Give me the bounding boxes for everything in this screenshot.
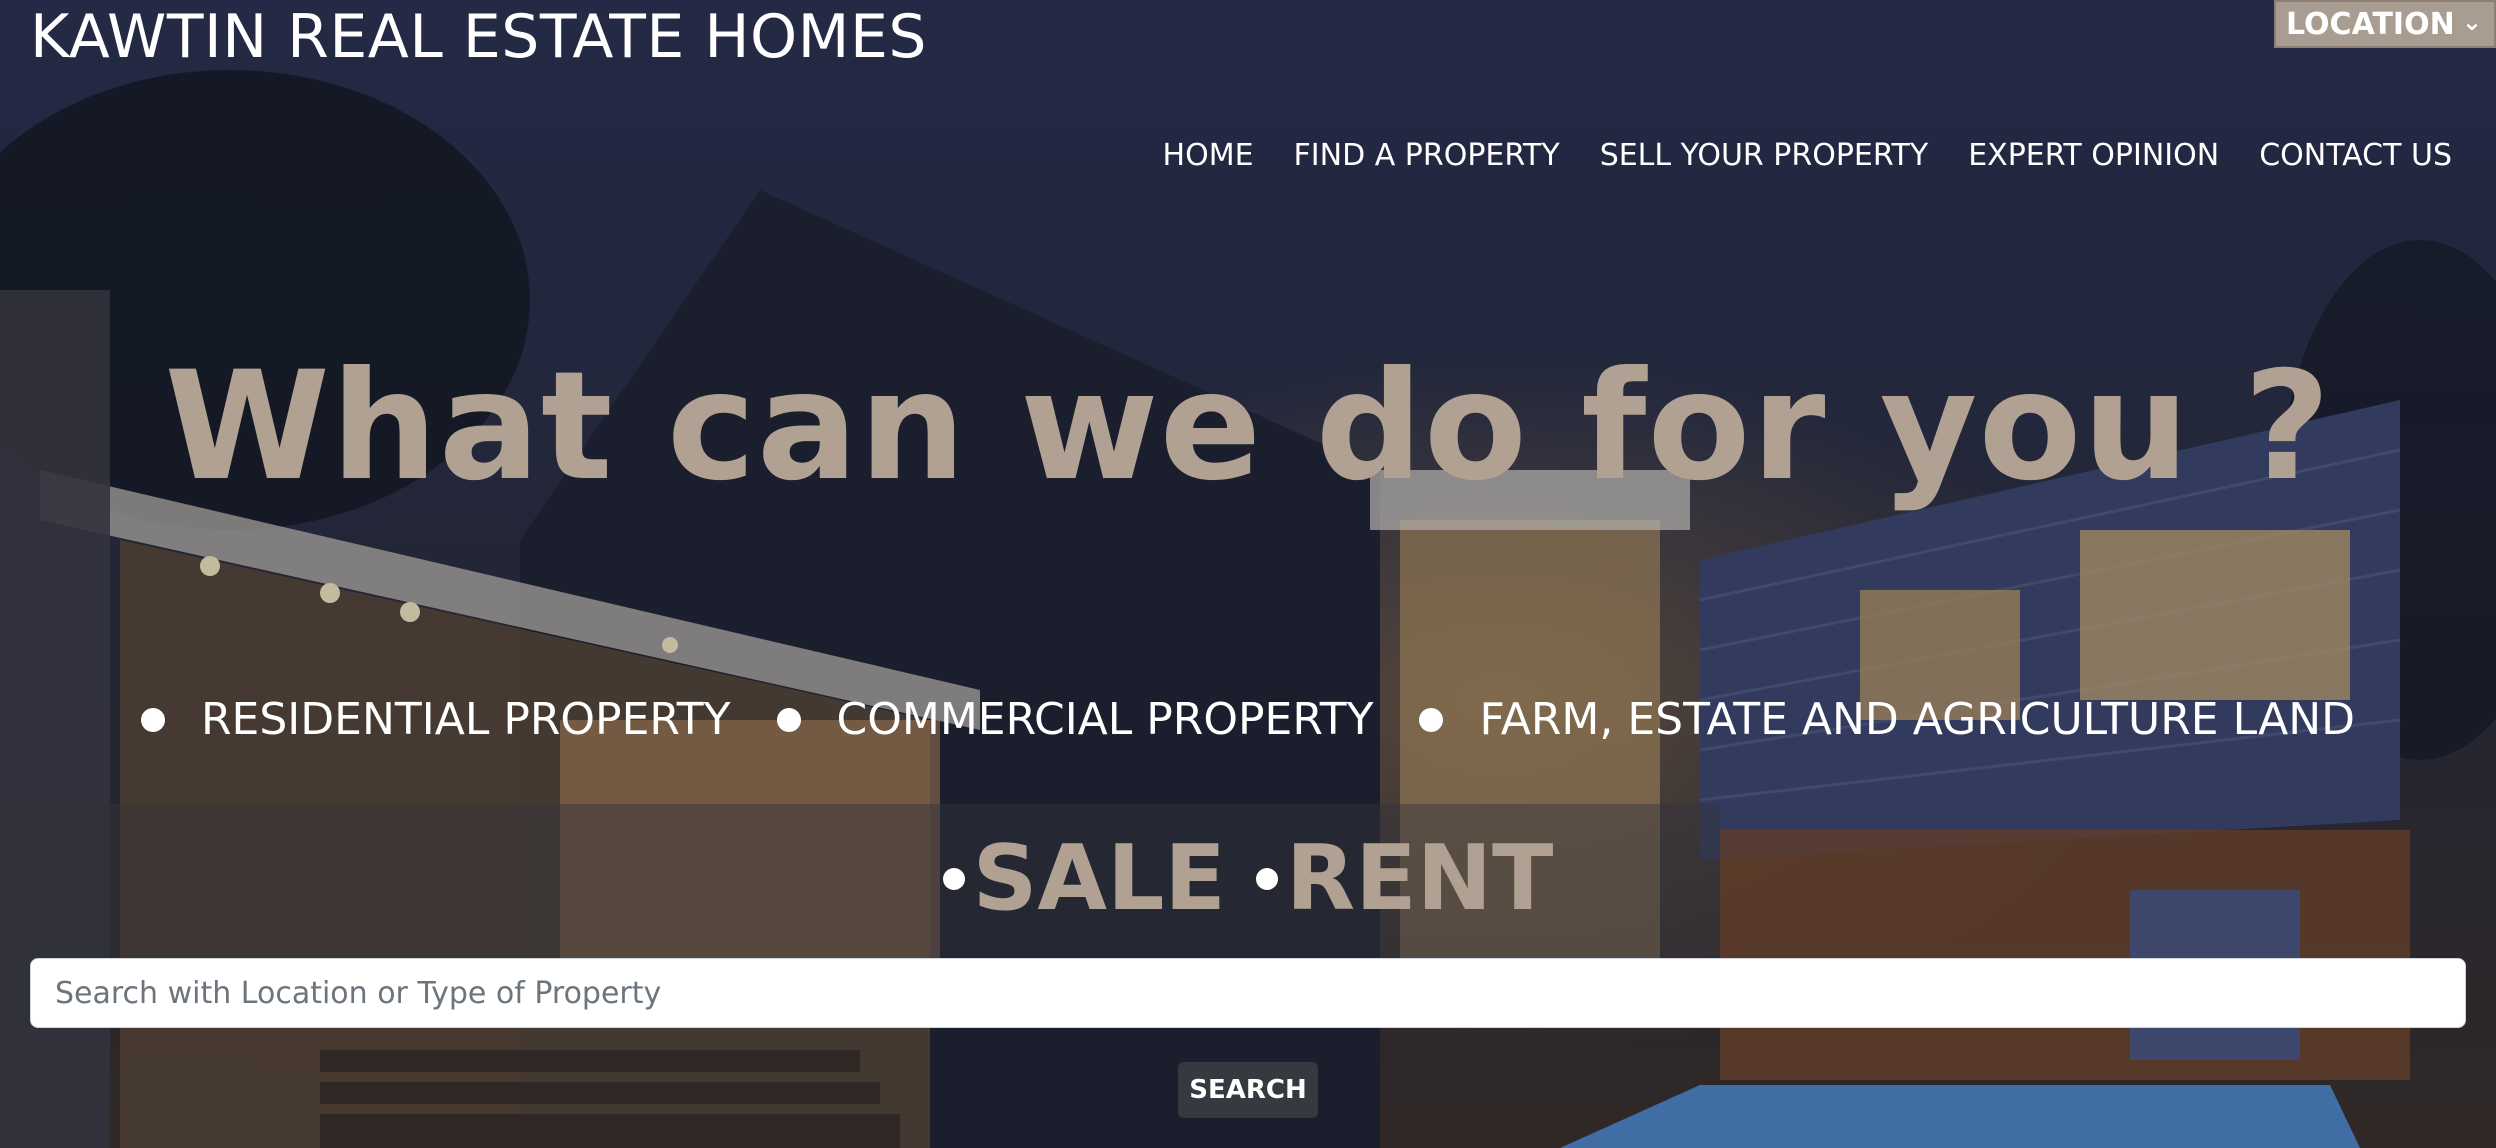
nav-expert-opinion[interactable]: EXPERT OPINION bbox=[1968, 138, 2219, 173]
hero-headline: What can we do for you ? bbox=[164, 340, 2332, 514]
brand-title[interactable]: KAWTIN REAL ESTATE HOMES bbox=[30, 2, 927, 72]
search-button[interactable]: SEARCH bbox=[1178, 1062, 1318, 1118]
mode-rent[interactable]: RENT bbox=[1255, 826, 1554, 931]
category-label: FARM, ESTATE AND AGRICULTURE LAND bbox=[1479, 694, 2355, 745]
location-select[interactable]: LOCATION ⌄ bbox=[2274, 0, 2496, 48]
sale-rent-modes: SALE RENT bbox=[0, 826, 2496, 931]
bullet-icon bbox=[1419, 707, 1444, 732]
category-residential[interactable]: RESIDENTIAL PROPERTY bbox=[140, 694, 731, 745]
mode-label: RENT bbox=[1285, 826, 1554, 931]
category-farm-estate-agriculture[interactable]: FARM, ESTATE AND AGRICULTURE LAND bbox=[1419, 694, 2355, 745]
mode-label: SALE bbox=[972, 826, 1226, 931]
search-input[interactable] bbox=[30, 958, 2466, 1028]
category-commercial[interactable]: COMMERCIAL PROPERTY bbox=[776, 694, 1374, 745]
property-categories: RESIDENTIAL PROPERTY COMMERCIAL PROPERTY… bbox=[0, 694, 2496, 745]
nav-contact-us[interactable]: CONTACT US bbox=[2259, 138, 2452, 173]
nav-home[interactable]: HOME bbox=[1163, 138, 1254, 173]
nav-find-a-property[interactable]: FIND A PROPERTY bbox=[1294, 138, 1560, 173]
location-select-value: LOCATION bbox=[2286, 6, 2455, 42]
main-nav: HOME FIND A PROPERTY SELL YOUR PROPERTY … bbox=[1163, 138, 2452, 173]
chevron-down-icon: ⌄ bbox=[2461, 8, 2482, 36]
bullet-icon bbox=[776, 707, 801, 732]
bullet-icon bbox=[942, 867, 965, 890]
mode-sale[interactable]: SALE bbox=[942, 826, 1226, 931]
bullet-icon bbox=[140, 707, 165, 732]
category-label: COMMERCIAL PROPERTY bbox=[836, 694, 1374, 745]
category-label: RESIDENTIAL PROPERTY bbox=[200, 694, 731, 745]
nav-sell-your-property[interactable]: SELL YOUR PROPERTY bbox=[1600, 138, 1929, 173]
bullet-icon bbox=[1255, 867, 1278, 890]
